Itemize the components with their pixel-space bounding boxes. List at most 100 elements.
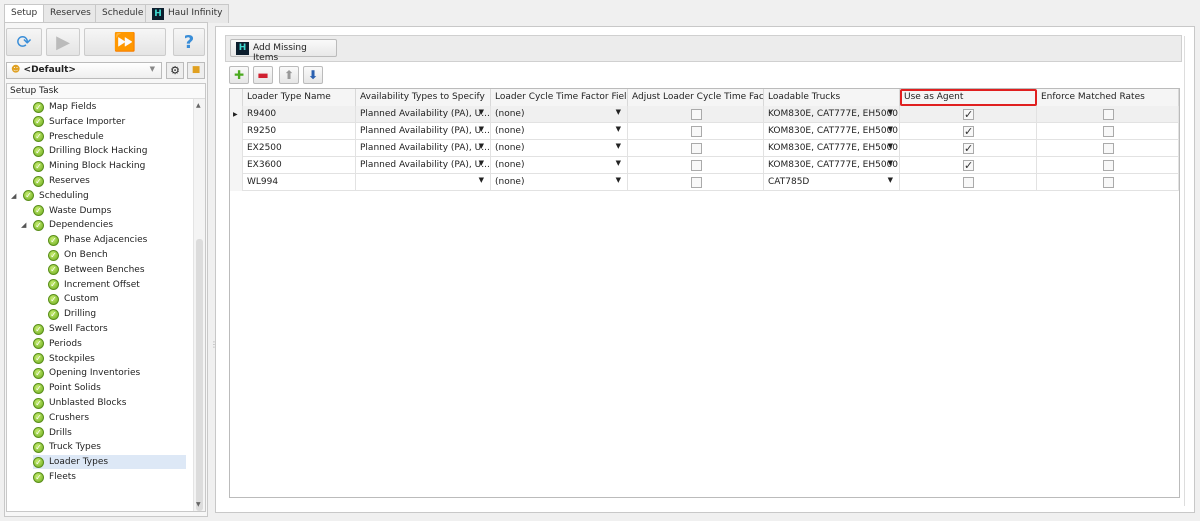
column-header[interactable]: Availability Types to Specify xyxy=(356,89,491,106)
collapse-arrow-icon[interactable]: ◢ xyxy=(11,192,16,200)
cycle-cell[interactable]: (none) ▼ xyxy=(491,157,628,174)
dropdown-arrow-icon[interactable]: ▼ xyxy=(479,159,484,167)
tree-item[interactable]: ✓ Crushers xyxy=(33,411,89,425)
trucks-cell[interactable]: KOM830E, CAT777E, EH5000 ▼ xyxy=(764,140,900,157)
dropdown-arrow-icon[interactable]: ▼ xyxy=(888,159,893,167)
tree-item[interactable]: ✓ On Bench xyxy=(48,248,108,262)
dropdown-arrow-icon[interactable]: ▼ xyxy=(479,108,484,116)
add-row-button[interactable]: ✚ xyxy=(229,66,249,84)
agent-checkbox[interactable]: ✓ xyxy=(963,143,974,154)
tree-item[interactable]: ✓ Swell Factors xyxy=(33,322,108,336)
scrollbar-thumb[interactable] xyxy=(196,239,203,511)
name-cell[interactable]: EX2500 xyxy=(243,140,356,157)
adjust-checkbox[interactable] xyxy=(690,177,702,188)
remove-row-button[interactable]: ▬ xyxy=(253,66,273,84)
tree-item[interactable]: ✓ Unblasted Blocks xyxy=(33,396,126,410)
enforce-checkbox[interactable] xyxy=(1102,143,1114,154)
avail-cell[interactable]: Planned Availability (PA), U... ▼ xyxy=(356,123,491,140)
tree-item[interactable]: ✓ Waste Dumps xyxy=(33,204,111,218)
dropdown-arrow-icon[interactable]: ▼ xyxy=(479,176,484,184)
table-row[interactable]: R9250 Planned Availability (PA), U... ▼ (no… xyxy=(230,123,1179,140)
tree-item[interactable]: ✓ Drilling xyxy=(48,307,96,321)
play-button[interactable]: ▶ xyxy=(46,28,80,56)
column-header[interactable]: Loader Cycle Time Factor Field xyxy=(491,89,628,106)
add-missing-items-button[interactable]: H Add Missing Items xyxy=(230,39,337,63)
move-down-button[interactable]: ⬇ xyxy=(303,66,323,84)
adjust-checkbox[interactable] xyxy=(690,160,702,171)
trucks-cell[interactable]: CAT785D ▼ xyxy=(764,174,900,191)
agent-checkbox[interactable]: ✓ xyxy=(963,109,974,120)
trucks-cell[interactable]: KOM830E, CAT777E, EH5000 ▼ xyxy=(764,123,900,140)
avail-cell[interactable]: ▼ xyxy=(356,174,491,191)
tree-item[interactable]: ✓ Drills xyxy=(33,426,72,440)
agent-checkbox[interactable]: ✓ xyxy=(963,160,974,171)
cycle-cell[interactable]: (none) ▼ xyxy=(491,174,628,191)
tab-haul-infinity[interactable]: H Haul Infinity xyxy=(145,4,230,23)
tree-item[interactable]: ✓ Mining Block Hacking xyxy=(33,159,145,173)
tree-item[interactable]: ◢ ✓ Scheduling xyxy=(11,189,89,203)
avail-cell[interactable]: Planned Availability (PA), U... ▼ xyxy=(356,140,491,157)
name-cell[interactable]: EX3600 xyxy=(243,157,356,174)
settings-button[interactable]: ⚙ xyxy=(166,62,184,79)
collapse-arrow-icon[interactable]: ◢ xyxy=(21,221,26,229)
tree-item[interactable]: ✓ Periods xyxy=(33,337,82,351)
tree-item[interactable]: ✓ Drilling Block Hacking xyxy=(33,144,147,158)
splitter[interactable]: ⋮ xyxy=(209,22,218,517)
agent-checkbox[interactable] xyxy=(963,177,974,188)
cycle-cell[interactable]: (none) ▼ xyxy=(491,123,628,140)
tree-item[interactable]: ✓ Loader Types xyxy=(33,455,186,470)
adjust-checkbox[interactable] xyxy=(690,109,702,120)
column-header[interactable]: Enforce Matched Rates xyxy=(1037,89,1179,106)
trucks-cell[interactable]: KOM830E, CAT777E, EH5000 ▼ xyxy=(764,106,900,123)
dropdown-arrow-icon[interactable]: ▼ xyxy=(888,142,893,150)
tree-item[interactable]: ✓ Truck Types xyxy=(33,440,101,454)
table-row[interactable]: WL994 ▼ (none) ▼ CAT785D ▼ xyxy=(230,174,1179,191)
enforce-checkbox[interactable] xyxy=(1102,160,1114,171)
tree-item[interactable]: ✓ Reserves xyxy=(33,174,90,188)
tree-item[interactable]: ✓ Phase Adjacencies xyxy=(48,233,147,247)
tab-setup[interactable]: Setup xyxy=(4,4,45,24)
tab-schedule[interactable]: Schedule xyxy=(95,4,151,23)
tree-item[interactable]: ✓ Fleets xyxy=(33,470,76,484)
table-row[interactable]: EX3600 Planned Availability (PA), U... ▼ (n… xyxy=(230,157,1179,174)
table-row[interactable]: ▶ R9400 Planned Availability (PA), U... ▼ (n… xyxy=(230,106,1179,123)
dropdown-arrow-icon[interactable]: ▼ xyxy=(616,159,621,167)
dropdown-arrow-icon[interactable]: ▼ xyxy=(888,125,893,133)
enforce-checkbox[interactable] xyxy=(1102,126,1114,137)
avail-cell[interactable]: Planned Availability (PA), U... ▼ xyxy=(356,106,491,123)
cycle-cell[interactable]: (none) ▼ xyxy=(491,106,628,123)
tree-item[interactable]: ✓ Opening Inventories xyxy=(33,366,140,380)
dropdown-arrow-icon[interactable]: ▼ xyxy=(616,108,621,116)
tab-reserves[interactable]: Reserves xyxy=(43,4,98,23)
name-cell[interactable]: R9250 xyxy=(243,123,356,140)
tree-item[interactable]: ✓ Custom xyxy=(48,292,98,306)
column-header[interactable]: Loader Type Name xyxy=(243,89,356,106)
name-cell[interactable]: WL994 xyxy=(243,174,356,191)
avail-cell[interactable]: Planned Availability (PA), U... ▼ xyxy=(356,157,491,174)
help-button[interactable]: ? xyxy=(173,28,205,56)
adjust-checkbox[interactable] xyxy=(690,143,702,154)
column-header[interactable]: Use as Agent xyxy=(900,89,1037,106)
dropdown-arrow-icon[interactable]: ▼ xyxy=(616,142,621,150)
move-up-button[interactable]: ⬆ xyxy=(279,66,299,84)
tree-item[interactable]: ✓ Increment Offset xyxy=(48,278,140,292)
column-header[interactable]: Adjust Loader Cycle Time Fact... xyxy=(628,89,764,106)
notes-button[interactable]: ■ xyxy=(187,62,205,79)
dropdown-arrow-icon[interactable]: ▼ xyxy=(888,108,893,116)
dropdown-arrow-icon[interactable]: ▼ xyxy=(479,142,484,150)
tree-item[interactable]: ✓ Preschedule xyxy=(33,130,104,144)
adjust-checkbox[interactable] xyxy=(690,126,702,137)
tree-item[interactable]: ✓ Stockpiles xyxy=(33,352,95,366)
enforce-checkbox[interactable] xyxy=(1102,177,1114,188)
trucks-cell[interactable]: KOM830E, CAT777E, EH5000 ▼ xyxy=(764,157,900,174)
cycle-cell[interactable]: (none) ▼ xyxy=(491,140,628,157)
tree-item[interactable]: ✓ Surface Importer xyxy=(33,115,125,129)
fast-forward-button[interactable]: ⏩ xyxy=(84,28,166,56)
tree-scrollbar[interactable]: ▲ ▼ xyxy=(193,99,205,511)
tree-item[interactable]: ◢ ✓ Dependencies xyxy=(21,218,113,232)
name-cell[interactable]: R9400 xyxy=(243,106,356,123)
tree-item[interactable]: ✓ Between Benches xyxy=(48,263,145,277)
dropdown-arrow-icon[interactable]: ▼ xyxy=(888,176,893,184)
column-header[interactable]: Loadable Trucks xyxy=(764,89,900,106)
tree-item[interactable]: ✓ Point Solids xyxy=(33,381,101,395)
